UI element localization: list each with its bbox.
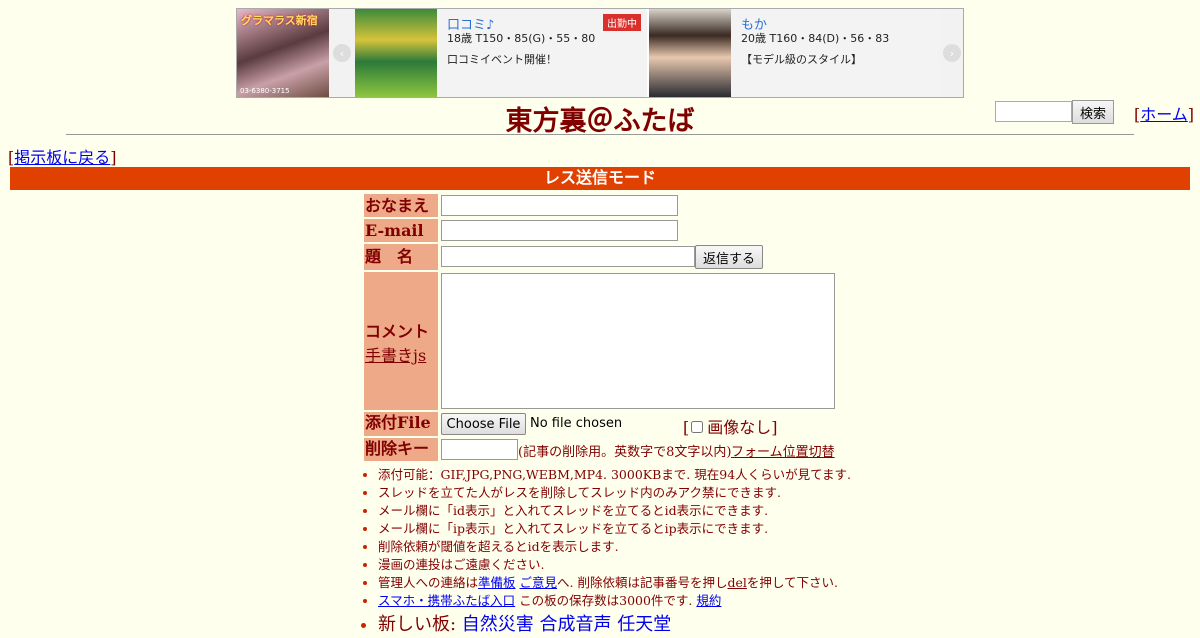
- home-link[interactable]: ホーム: [1140, 105, 1188, 124]
- list-item: 漫画の連投はご遠慮ください.: [378, 556, 851, 574]
- form-position-toggle-link[interactable]: フォーム位置切替: [731, 441, 835, 460]
- mobile-entrance-link[interactable]: スマホ・携帯ふたば入口: [378, 593, 515, 608]
- delete-request-text: へ. 削除依頼は記事番号を押し: [557, 575, 728, 590]
- comment-field[interactable]: [441, 273, 835, 409]
- ad-card-2[interactable]: もか 20歳 T160・84(D)・56・83 【モデル級のスタイル】: [649, 9, 941, 97]
- ad-shop-tel: 03-6380-3715: [240, 87, 290, 95]
- back-to-board-link[interactable]: 掲示板に戻る: [14, 148, 110, 167]
- posting-rules-list: 添付可能：GIF,JPG,PNG,WEBM,MP4. 3000KBまで. 現在9…: [360, 466, 851, 638]
- email-field[interactable]: [441, 220, 678, 241]
- ad-card-2-pr: 【モデル級のスタイル】: [741, 53, 862, 66]
- subject-label: 題 名: [364, 244, 438, 270]
- feedback-link[interactable]: ご意見: [520, 575, 558, 590]
- no-image-label: 画像なし: [707, 418, 772, 437]
- ad-shop-banner-image[interactable]: グラマラス新宿 03-6380-3715: [237, 9, 329, 97]
- delete-key-label: 削除キー: [364, 438, 438, 461]
- prep-board-link[interactable]: 準備板: [478, 575, 516, 590]
- home-link-wrapper: [ホーム]: [1134, 101, 1194, 125]
- list-item: スマホ・携帯ふたば入口 この板の保存数は3000件です. 規約: [378, 592, 851, 610]
- delete-key-note: (記事の削除用。英数字で8文字以内): [518, 445, 732, 460]
- new-board-link-nintendo[interactable]: 任天堂: [617, 614, 671, 635]
- subject-field[interactable]: [441, 246, 695, 267]
- ad-card-2-stats: 20歳 T160・84(D)・56・83: [741, 32, 890, 45]
- name-field[interactable]: [441, 195, 678, 216]
- no-file-text: No file chosen: [530, 416, 623, 431]
- terms-link[interactable]: 規約: [696, 593, 721, 608]
- handwriting-link[interactable]: 手書きjs: [365, 346, 426, 365]
- submit-reply-button[interactable]: 返信する: [695, 245, 763, 269]
- status-badge: 出勤中: [603, 14, 641, 31]
- bracket-close: ]: [110, 148, 117, 167]
- new-boards-label: 新しい板:: [378, 614, 462, 635]
- ad-card-2-photo: [649, 9, 731, 97]
- back-link-wrapper: [掲示板に戻る]: [8, 144, 117, 168]
- comment-label-cell: コメント 手書きjs: [364, 272, 438, 410]
- ad-card-1-pr: 口コミイベント開催！: [447, 53, 557, 66]
- ad-next-button[interactable]: ›: [939, 9, 963, 97]
- list-item: 新しい板: 自然災害 合成音声 任天堂: [378, 612, 851, 638]
- list-item: 添付可能：GIF,JPG,PNG,WEBM,MP4. 3000KBまで. 現在9…: [378, 466, 851, 484]
- storage-count-text: この板の保存数は3000件です.: [515, 593, 697, 608]
- contact-text: 管理人への連絡は: [378, 575, 479, 590]
- header-divider: [66, 134, 1134, 135]
- list-item: メール欄に「id表示」と入れてスレッドを立てるとid表示にできます.: [378, 502, 851, 520]
- choose-file-button[interactable]: Choose File: [441, 413, 526, 435]
- chevron-left-icon: ‹: [333, 44, 351, 62]
- ad-card-1[interactable]: 口コミ♪ 18歳 T150・85(G)・55・80 口コミイベント開催！ 出勤中: [355, 9, 647, 97]
- new-board-link-disaster[interactable]: 自然災害: [462, 614, 534, 635]
- ad-card-1-photo: [355, 9, 437, 97]
- ad-prev-button[interactable]: ‹: [329, 9, 355, 97]
- search-button[interactable]: 検索: [1072, 100, 1114, 124]
- no-image-option[interactable]: [ 画像なし]: [683, 414, 778, 438]
- no-image-checkbox[interactable]: [691, 421, 704, 433]
- list-item: メール欄に「ip表示」と入れてスレッドを立てるとip表示にできます.: [378, 520, 851, 538]
- new-board-link-synth-voice[interactable]: 合成音声: [540, 614, 612, 635]
- file-label: 添付File: [364, 412, 438, 436]
- search-input[interactable]: [995, 101, 1072, 122]
- delete-request-text-end: を押して下さい.: [746, 575, 838, 590]
- ad-shop-title: グラマラス新宿: [241, 14, 318, 27]
- list-item: 削除依頼が閾値を超えるとidを表示します.: [378, 538, 851, 556]
- list-item: 管理人への連絡は準備板 ご意見へ. 削除依頼は記事番号を押しdelを押して下さい…: [378, 574, 851, 592]
- email-label: E-mail: [364, 219, 438, 242]
- del-link[interactable]: del: [727, 575, 746, 590]
- comment-label: コメント: [365, 322, 430, 341]
- chevron-right-icon: ›: [943, 44, 961, 62]
- bracket-close: ]: [771, 418, 778, 437]
- name-label: おなまえ: [364, 194, 438, 217]
- bracket-close: ]: [1187, 105, 1195, 124]
- ad-card-1-stats: 18歳 T150・85(G)・55・80: [447, 32, 596, 45]
- delete-key-field[interactable]: [441, 439, 518, 460]
- bracket-open: [: [683, 418, 690, 437]
- reply-mode-banner: レス送信モード: [10, 167, 1190, 190]
- list-item: スレッドを立てた人がレスを削除してスレッド内のみアク禁にできます.: [378, 484, 851, 502]
- ad-banner[interactable]: グラマラス新宿 03-6380-3715 ‹ 口コミ♪ 18歳 T150・85(…: [236, 8, 964, 98]
